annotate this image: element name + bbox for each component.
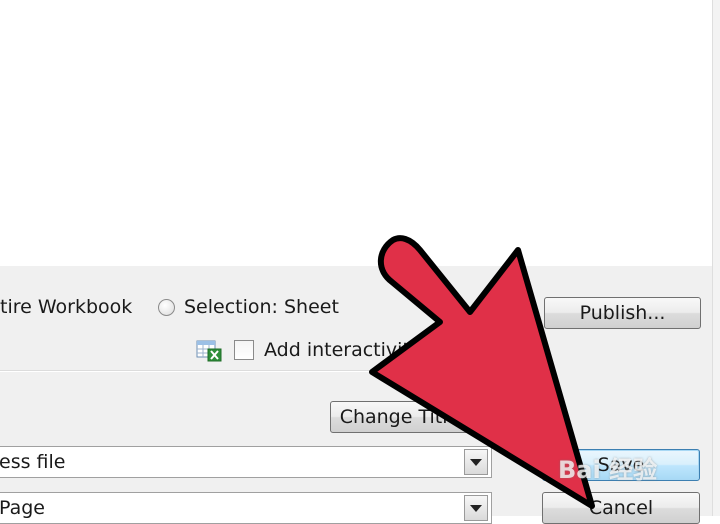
radio-selection-label: Selection: Sheet <box>184 296 339 318</box>
publish-button-label: Publish... <box>579 302 666 324</box>
change-title-button-label: Change Title... <box>339 406 478 428</box>
dropdown-arrow[interactable] <box>464 449 488 475</box>
radio-selection-sheet[interactable]: Selection: Sheet <box>158 296 339 318</box>
add-interactivity-option[interactable]: Add interactivity <box>196 338 421 362</box>
radio-entire-workbook-label: tire Workbook <box>0 296 133 318</box>
publish-button[interactable]: Publish... <box>544 297 701 329</box>
chevron-down-icon <box>470 504 482 512</box>
file-type-value: ess file <box>0 451 66 473</box>
vertical-scrollbar[interactable] <box>712 0 720 516</box>
file-type-combo[interactable]: ess file <box>0 446 492 478</box>
separator <box>0 370 540 372</box>
save-as-web-page-dialog: tire Workbook Selection: Sheet Add inter… <box>0 266 712 524</box>
save-button-label: Save <box>597 454 645 476</box>
interactivity-checkbox[interactable] <box>234 340 254 360</box>
dropdown-arrow[interactable] <box>464 495 488 521</box>
radio-button[interactable] <box>158 298 175 316</box>
change-title-button[interactable]: Change Title... <box>330 401 487 433</box>
page-combo[interactable]: Page <box>0 492 492 524</box>
save-button[interactable]: Save <box>542 449 700 481</box>
chevron-down-icon <box>470 458 482 466</box>
spreadsheet-icon <box>196 340 222 362</box>
radio-entire-workbook[interactable]: tire Workbook <box>0 296 132 318</box>
interactivity-label: Add interactivity <box>264 339 422 361</box>
cancel-button[interactable]: Cancel <box>542 492 700 524</box>
preview-area <box>0 0 712 266</box>
